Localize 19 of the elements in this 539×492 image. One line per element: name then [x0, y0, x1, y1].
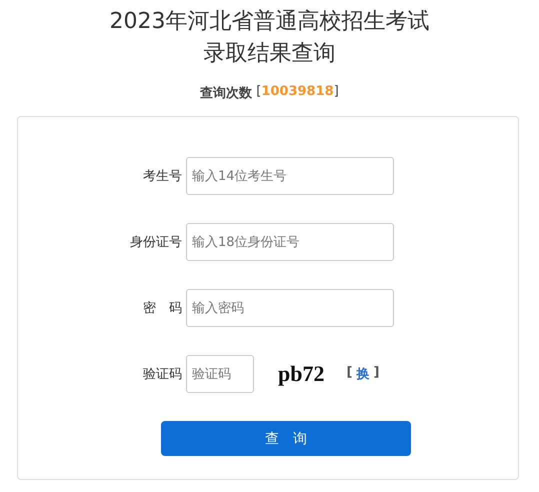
query-count-value: 10039818: [261, 84, 334, 101]
field-label: 考生号: [142, 168, 183, 185]
page-title: 2023年河北省普通高校招生考试: [108, 8, 430, 36]
bracket: ]: [373, 365, 380, 382]
input-field[interactable]: 输入14位考生号: [186, 157, 394, 195]
query-count-label: 查询次数: [200, 85, 252, 102]
input-field[interactable]: 输入密码: [186, 289, 394, 327]
input-field[interactable]: 输入18位身份证号: [186, 223, 394, 261]
field-label: 密 码: [142, 300, 183, 317]
field-label: 身份证号: [129, 234, 183, 251]
bracket: [: [256, 84, 262, 101]
query-button[interactable]: 查 询: [161, 421, 411, 456]
page-title: 录取结果查询: [202, 40, 336, 68]
field-label: 验证码: [142, 366, 183, 383]
refresh-link[interactable]: 换: [356, 365, 370, 383]
bracket: [: [346, 365, 352, 382]
captcha-field[interactable]: 验证码: [186, 355, 254, 393]
captcha-image: pb72: [278, 361, 324, 387]
bracket: ]: [334, 84, 339, 101]
